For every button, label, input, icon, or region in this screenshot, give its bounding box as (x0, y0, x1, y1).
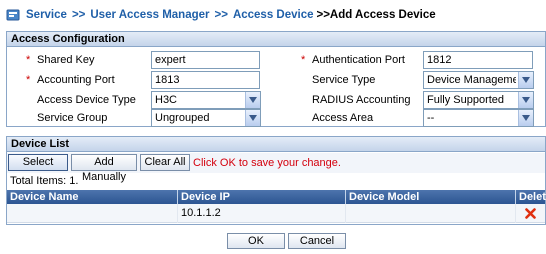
access-configuration-panel: Access Configuration * Shared Key expert… (6, 31, 546, 127)
breadcrumb: Service >> User Access Manager >> Access… (0, 0, 546, 30)
device-table-header: Device Name Device IP Device Model Delet… (7, 190, 546, 204)
service-type-value: Device Management S (427, 74, 516, 86)
service-type-select[interactable]: Device Management S (423, 71, 534, 89)
device-ip-cell: 10.1.1.2 (178, 204, 346, 223)
required-marker: * (301, 54, 306, 66)
required-marker: * (26, 74, 31, 86)
column-device-name[interactable]: Device Name (7, 190, 178, 204)
column-device-model[interactable]: Device Model (346, 190, 516, 204)
device-table: Device Name Device IP Device Model Delet… (7, 190, 546, 223)
save-hint-text: Click OK to save your change. (193, 157, 341, 169)
access-configuration-title: Access Configuration (7, 32, 545, 47)
accounting-port-input[interactable]: 1813 (151, 71, 260, 89)
breadcrumb-service-link[interactable]: Service (26, 9, 67, 21)
delete-cell (516, 204, 545, 223)
breadcrumb-access-device-link[interactable]: Access Device (233, 9, 314, 21)
access-area-value: -- (427, 112, 435, 124)
device-model-cell (346, 204, 516, 223)
access-area-select[interactable]: -- (423, 109, 534, 127)
delete-x-icon[interactable] (525, 208, 536, 219)
radius-accounting-value: Fully Supported (427, 94, 505, 106)
total-items-text: Total Items: 1. (10, 175, 79, 187)
chevron-down-icon[interactable] (518, 92, 533, 108)
shared-key-input[interactable]: expert (151, 51, 260, 69)
breadcrumb-separator: >> (214, 9, 228, 21)
breadcrumb-user-access-manager-link[interactable]: User Access Manager (90, 9, 209, 21)
settings-icon (6, 9, 20, 21)
access-area-label: Access Area (312, 112, 374, 124)
breadcrumb-current-page: >>Add Access Device (316, 9, 436, 21)
chevron-down-icon[interactable] (245, 110, 260, 126)
authentication-port-label: Authentication Port (312, 54, 405, 66)
cancel-button[interactable]: Cancel (288, 233, 346, 249)
config-row-3: Access Device Type H3C RADIUS Accounting… (7, 90, 545, 110)
column-device-ip[interactable]: Device IP (178, 190, 346, 204)
radius-accounting-select[interactable]: Fully Supported (423, 91, 534, 109)
service-group-label: Service Group (37, 112, 108, 124)
access-device-type-select[interactable]: H3C (151, 91, 261, 109)
authentication-port-input[interactable]: 1812 (423, 51, 533, 69)
chevron-down-icon[interactable] (245, 92, 260, 108)
device-list-panel: Device List Select Add Manually Clear Al… (6, 136, 546, 225)
config-row-4: Service Group Ungrouped Access Area -- (7, 108, 545, 128)
service-type-label: Service Type (312, 74, 376, 86)
radius-accounting-label: RADIUS Accounting (312, 94, 411, 106)
chevron-down-icon[interactable] (518, 110, 533, 126)
service-group-value: Ungrouped (155, 112, 210, 124)
access-device-type-value: H3C (155, 94, 178, 106)
service-group-select[interactable]: Ungrouped (151, 109, 261, 127)
shared-key-label: Shared Key (37, 54, 95, 66)
accounting-port-label: Accounting Port (37, 74, 115, 86)
device-list-title: Device List (7, 137, 545, 152)
ok-button[interactable]: OK (227, 233, 285, 249)
select-button[interactable]: Select (8, 154, 68, 171)
config-row-1: * Shared Key expert * Authentication Por… (7, 50, 545, 70)
add-manually-button[interactable]: Add Manually (71, 154, 137, 183)
required-marker: * (26, 54, 31, 66)
clear-all-button[interactable]: Clear All (140, 154, 190, 171)
device-name-cell (7, 204, 178, 223)
access-device-type-label: Access Device Type (37, 94, 136, 106)
chevron-down-icon[interactable] (518, 72, 533, 88)
device-list-toolbar: Select Add Manually Clear All Click OK t… (7, 153, 545, 183)
table-row: 10.1.1.2 (7, 204, 545, 223)
config-row-2: * Accounting Port 1813 Service Type Devi… (7, 70, 545, 90)
breadcrumb-separator: >> (71, 9, 86, 21)
column-delete: Delete (519, 191, 546, 203)
